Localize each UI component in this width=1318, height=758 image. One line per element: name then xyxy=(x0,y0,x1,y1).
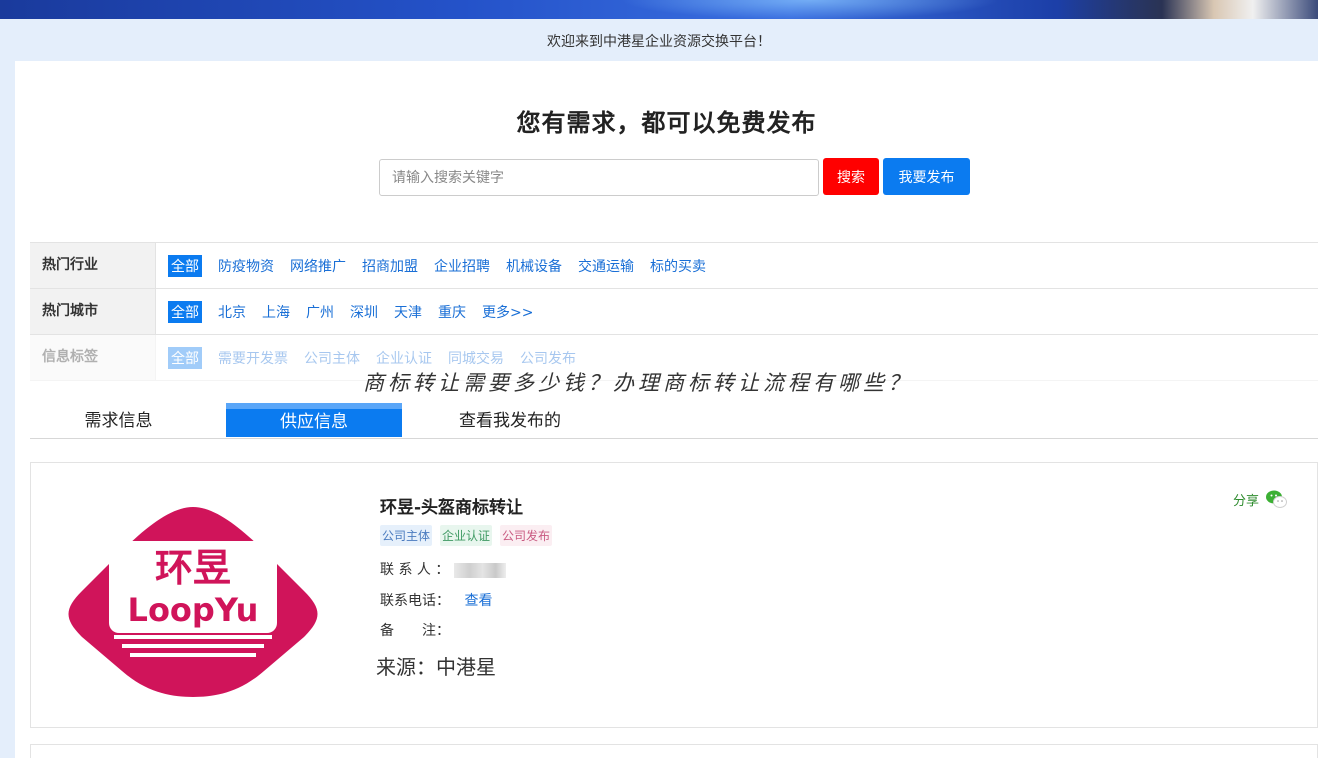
industry-option-all[interactable]: 全部 xyxy=(168,254,202,277)
banner-person-image xyxy=(1058,0,1318,19)
filter-options-industry: 全部 防疫物资 网络推广 招商加盟 企业招聘 机械设备 交通运输 标的买卖 xyxy=(168,243,722,288)
overlay-caption: 商标转让需要多少钱？办理商标转让流程有哪些？ xyxy=(363,371,913,395)
industry-option[interactable]: 标的买卖 xyxy=(650,256,706,276)
tag-option[interactable]: 同城交易 xyxy=(448,348,504,368)
tag-company-verified: 企业认证 xyxy=(440,525,493,546)
city-option[interactable]: 天津 xyxy=(394,302,422,322)
contact-name-blurred xyxy=(453,562,506,578)
welcome-text: 欢迎来到中港星企业资源交换平台！ xyxy=(547,34,771,50)
info-tabs: 需求信息 供应信息 查看我发布的 xyxy=(30,403,1318,439)
tab-demand[interactable]: 需求信息 xyxy=(60,403,177,437)
city-option[interactable]: 北京 xyxy=(218,302,246,322)
contact-row: 联 系 人 ： xyxy=(380,559,506,579)
tag-option[interactable]: 企业认证 xyxy=(376,348,432,368)
search-button[interactable]: 搜索 xyxy=(823,158,879,195)
tag-option-all[interactable]: 全部 xyxy=(168,346,202,369)
logo-stripe xyxy=(130,653,256,657)
city-option[interactable]: 广州 xyxy=(306,302,334,322)
filter-label-city: 热门城市 xyxy=(30,289,156,334)
tab-my-posts[interactable]: 查看我发布的 xyxy=(440,403,580,437)
listing-source: 来源：中港星 xyxy=(376,655,496,679)
view-phone-link[interactable]: 查看 xyxy=(464,593,492,609)
filter-label-tags: 信息标签 xyxy=(30,335,156,380)
industry-option[interactable]: 企业招聘 xyxy=(434,256,490,276)
industry-option[interactable]: 交通运输 xyxy=(578,256,634,276)
wechat-icon xyxy=(1266,490,1287,508)
phone-label: 联系电话： xyxy=(380,593,450,609)
share-label: 分享 xyxy=(1232,493,1259,509)
hero-title: 您有需求，都可以免费发布 xyxy=(516,109,817,137)
tag-company-posted: 公司发布 xyxy=(500,525,553,546)
city-option[interactable]: 重庆 xyxy=(438,302,466,322)
company-logo: 环昱 LoopYu xyxy=(68,507,318,697)
industry-option[interactable]: 防疫物资 xyxy=(218,256,274,276)
top-banner xyxy=(0,0,1318,19)
tag-option[interactable]: 公司发布 xyxy=(520,348,576,368)
publish-button[interactable]: 我要发布 xyxy=(883,158,970,195)
listing-tags: 公司主体 企业认证 公司发布 xyxy=(380,525,560,546)
industry-option[interactable]: 网络推广 xyxy=(290,256,346,276)
tab-supply[interactable]: 供应信息 xyxy=(226,403,402,437)
phone-row: 联系电话： 查看 xyxy=(380,590,492,610)
filter-row-city: 热门城市 全部 北京 上海 广州 深圳 天津 重庆 更多>> xyxy=(30,289,1318,335)
city-more-link[interactable]: 更多>> xyxy=(482,302,533,322)
listing-card[interactable]: 环昱 LoopYu 环昱-头盔商标转让 公司主体 企业认证 公司发布 联 系 人… xyxy=(30,462,1318,728)
city-option[interactable]: 深圳 xyxy=(350,302,378,322)
next-listing-card[interactable] xyxy=(30,744,1318,758)
listing-title[interactable]: 环昱-头盔商标转让 xyxy=(380,493,523,518)
filter-row-industry: 热门行业 全部 防疫物资 网络推广 招商加盟 企业招聘 机械设备 交通运输 标的… xyxy=(30,243,1318,289)
industry-option[interactable]: 机械设备 xyxy=(506,256,562,276)
banner-glow xyxy=(620,0,1000,19)
search-input[interactable] xyxy=(379,159,819,196)
remark-label: 备 注： xyxy=(380,623,450,639)
logo-text-en: LoopYu xyxy=(128,591,259,629)
main-panel: 您有需求，都可以免费发布 搜索 我要发布 热门行业 全部 防疫物资 网络推广 招… xyxy=(15,61,1318,758)
logo-stripe xyxy=(122,644,264,648)
city-option-all[interactable]: 全部 xyxy=(168,300,202,323)
tag-option[interactable]: 需要开发票 xyxy=(218,348,288,368)
city-option[interactable]: 上海 xyxy=(262,302,290,322)
logo-text-cn: 环昱 xyxy=(155,546,231,590)
logo-stripe xyxy=(114,635,272,639)
filter-label-industry: 热门行业 xyxy=(30,243,156,288)
share-button[interactable]: 分享 xyxy=(1233,489,1287,509)
industry-option[interactable]: 招商加盟 xyxy=(362,256,418,276)
tag-option[interactable]: 公司主体 xyxy=(304,348,360,368)
filter-options-city: 全部 北京 上海 广州 深圳 天津 重庆 更多>> xyxy=(168,289,549,334)
tag-company-entity: 公司主体 xyxy=(380,525,433,546)
remark-row: 备 注： xyxy=(380,620,450,640)
contact-label: 联 系 人 ： xyxy=(380,562,450,578)
filter-table: 热门行业 全部 防疫物资 网络推广 招商加盟 企业招聘 机械设备 交通运输 标的… xyxy=(30,242,1318,381)
